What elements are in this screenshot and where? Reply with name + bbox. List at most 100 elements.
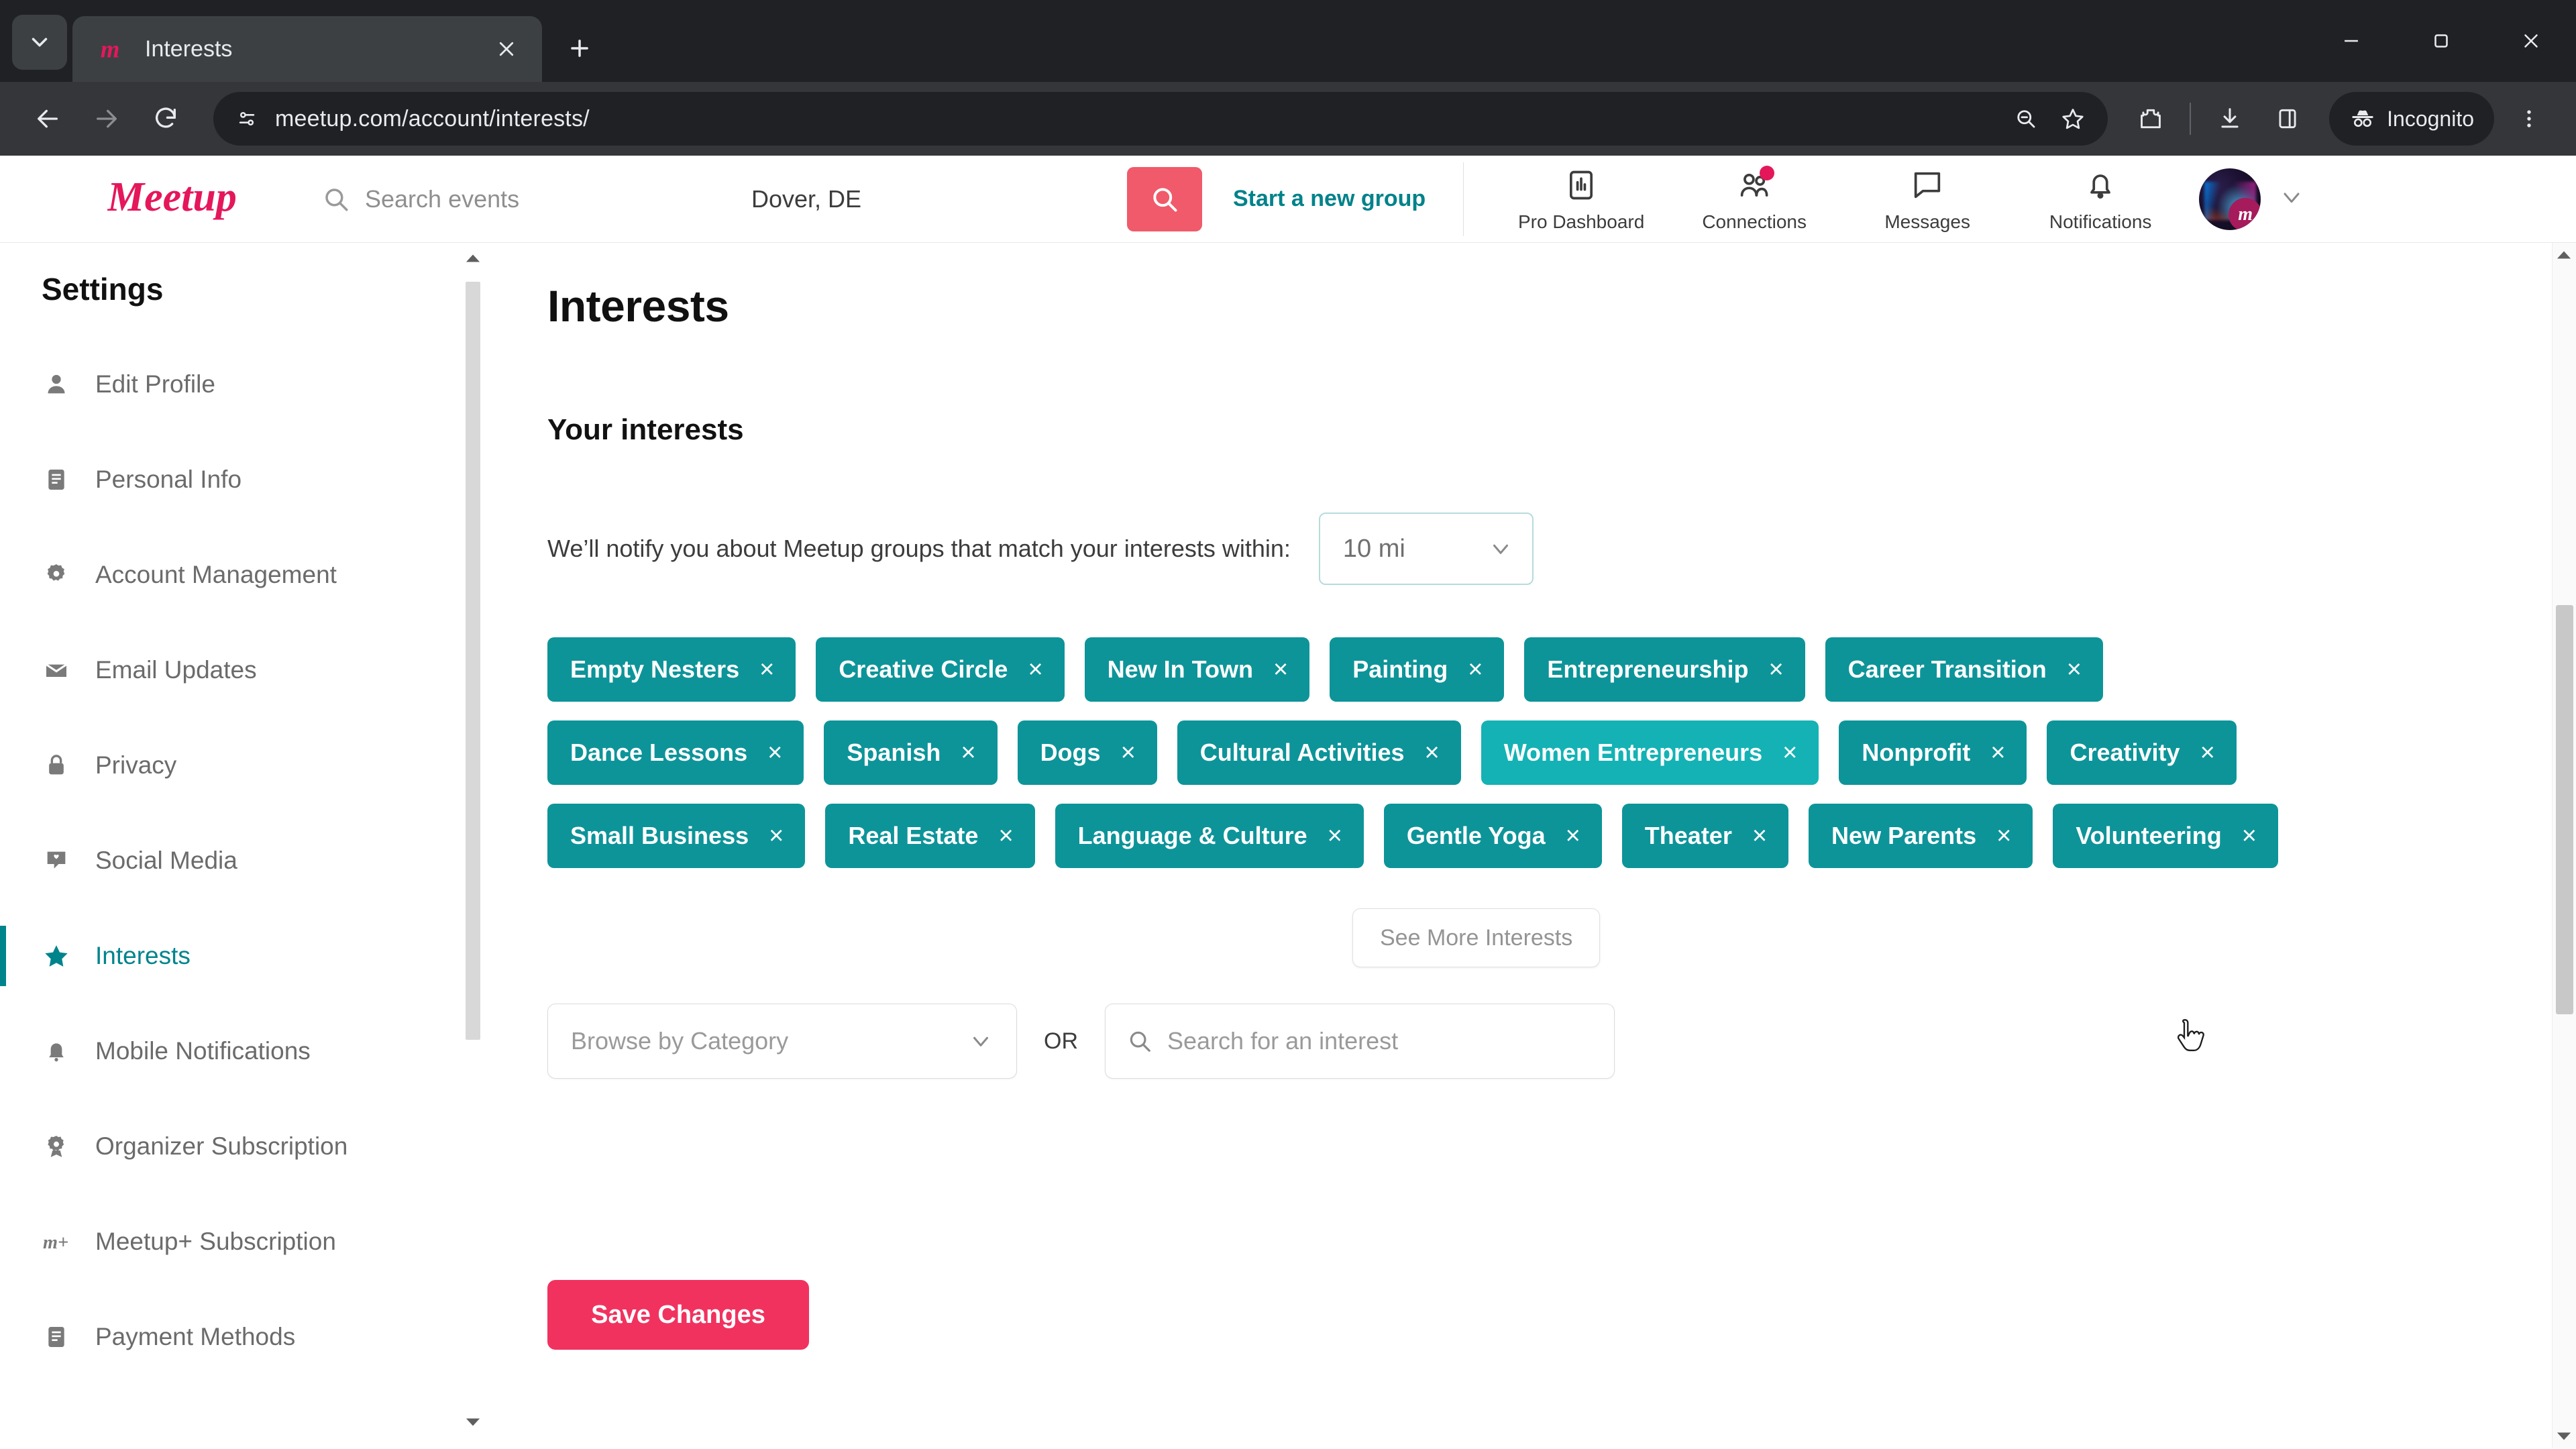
site-settings-icon[interactable] <box>225 97 268 140</box>
remove-interest-icon[interactable]: × <box>1768 657 1783 682</box>
incognito-indicator[interactable]: Incognito <box>2329 92 2494 146</box>
remove-interest-icon[interactable]: × <box>1752 823 1767 849</box>
sidebar-item-edit-profile[interactable]: Edit Profile <box>0 337 496 432</box>
sidebar-item-payment-methods[interactable]: Payment Methods <box>0 1289 496 1385</box>
sidebar-item-mobile-notifications[interactable]: Mobile Notifications <box>0 1004 496 1099</box>
chevron-down-icon[interactable] <box>2278 184 2305 214</box>
meetup-logo[interactable]: Meetup <box>107 169 268 229</box>
browse-by-category-select[interactable]: Browse by Category <box>547 1004 1017 1079</box>
sidebar-item-email-updates[interactable]: Email Updates <box>0 623 496 718</box>
radius-value: 10 mi <box>1342 534 1405 563</box>
save-changes-button[interactable]: Save Changes <box>547 1280 809 1350</box>
side-panel-icon[interactable] <box>2261 92 2314 146</box>
start-a-new-group-link[interactable]: Start a new group <box>1233 186 1426 212</box>
sidebar-item-account-management[interactable]: Account Management <box>0 527 496 623</box>
remove-interest-icon[interactable]: × <box>1996 823 2011 849</box>
interest-chip[interactable]: Painting × <box>1330 637 1505 702</box>
interest-chip[interactable]: Real Estate × <box>825 804 1035 868</box>
interest-chip[interactable]: Dance Lessons × <box>547 720 804 785</box>
sidebar-item-personal-info[interactable]: Personal Info <box>0 432 496 527</box>
interest-chip[interactable]: New In Town × <box>1084 637 1310 702</box>
page-scrollbar[interactable] <box>2552 243 2576 1448</box>
extensions-puzzle-icon[interactable] <box>2124 92 2178 146</box>
address-bar[interactable]: meetup.com/account/interests/ <box>213 92 2108 146</box>
remove-interest-icon[interactable]: × <box>1425 740 1440 765</box>
account-menu[interactable]: m <box>2199 168 2305 230</box>
browser-tab[interactable]: m Interests <box>72 16 542 82</box>
interest-chip[interactable]: Spanish × <box>824 720 998 785</box>
interest-chip[interactable]: Empty Nesters × <box>547 637 796 702</box>
scroll-up-arrow-icon[interactable] <box>464 250 482 267</box>
interest-chip[interactable]: Cultural Activities × <box>1177 720 1461 785</box>
interest-chip[interactable]: Women Entrepreneurs × <box>1481 720 1819 785</box>
remove-interest-icon[interactable]: × <box>1782 740 1797 765</box>
minimize-icon[interactable] <box>2306 0 2396 82</box>
forward-arrow-icon[interactable] <box>79 91 134 146</box>
remove-interest-icon[interactable]: × <box>759 657 774 682</box>
nav-messages[interactable]: Messages <box>1841 166 2014 233</box>
search-events-input[interactable]: Search events <box>322 185 751 213</box>
remove-interest-icon[interactable]: × <box>767 740 782 765</box>
close-icon[interactable] <box>488 31 525 67</box>
remove-interest-icon[interactable]: × <box>1121 740 1136 765</box>
see-more-interests-button[interactable]: See More Interests <box>1352 908 1601 967</box>
nav-pro-dashboard[interactable]: Pro Dashboard <box>1495 166 1668 233</box>
sidebar-item-meetup-plus-subscription[interactable]: m+ Meetup+ Subscription <box>0 1194 496 1289</box>
interest-chip[interactable]: Dogs × <box>1017 720 1157 785</box>
back-arrow-icon[interactable] <box>20 91 75 146</box>
remove-interest-icon[interactable]: × <box>1028 657 1042 682</box>
nav-notifications[interactable]: Notifications <box>2014 166 2187 233</box>
star-bookmark-icon[interactable] <box>2053 99 2093 139</box>
radius-select[interactable]: 10 mi <box>1318 513 1534 585</box>
remove-interest-icon[interactable]: × <box>1273 657 1288 682</box>
search-interest-input[interactable]: Search for an interest <box>1105 1004 1615 1079</box>
page-scroll-thumb[interactable] <box>2556 605 2573 1014</box>
interest-chip-label: Career Transition <box>1847 655 2047 683</box>
sidebar-item-organizer-subscription[interactable]: Organizer Subscription <box>0 1099 496 1194</box>
remove-interest-icon[interactable]: × <box>961 740 975 765</box>
avatar[interactable]: m <box>2199 168 2261 230</box>
interest-chip[interactable]: Gentle Yoga × <box>1383 804 1602 868</box>
page-scroll-down-arrow-icon[interactable] <box>2557 1430 2571 1443</box>
interest-chip[interactable]: Language & Culture × <box>1055 804 1364 868</box>
header-search-button[interactable] <box>1127 166 1202 231</box>
reload-icon[interactable] <box>138 91 193 146</box>
interest-chip[interactable]: Creative Circle × <box>816 637 1065 702</box>
sidebar-item-privacy[interactable]: Privacy <box>0 718 496 813</box>
location-input[interactable]: Dover, DE <box>751 185 1127 213</box>
maximize-restore-icon[interactable] <box>2396 0 2486 82</box>
interest-chip[interactable]: Theater × <box>1621 804 1789 868</box>
remove-interest-icon[interactable]: × <box>1328 823 1342 849</box>
interest-chip[interactable]: Volunteering × <box>2053 804 2278 868</box>
nav-connections[interactable]: Connections <box>1668 165 1841 233</box>
remove-interest-icon[interactable]: × <box>769 823 784 849</box>
new-tab-plus-icon[interactable] <box>554 23 605 74</box>
tab-search-chevron-icon[interactable] <box>12 15 67 70</box>
sidebar-scroll-thumb[interactable] <box>466 282 480 1040</box>
interest-chip[interactable]: Entrepreneurship × <box>1524 637 1805 702</box>
interest-chip[interactable]: New Parents × <box>1809 804 2033 868</box>
id-card-icon <box>42 466 71 493</box>
download-icon[interactable] <box>2203 92 2257 146</box>
remove-interest-icon[interactable]: × <box>1566 823 1580 849</box>
remove-interest-icon[interactable]: × <box>1468 657 1483 682</box>
interest-chip[interactable]: Small Business × <box>547 804 806 868</box>
remove-interest-icon[interactable]: × <box>998 823 1013 849</box>
interest-chip[interactable]: Creativity × <box>2047 720 2237 785</box>
interest-chip-label: New Parents <box>1831 822 1977 849</box>
scroll-down-arrow-icon[interactable] <box>464 1413 482 1431</box>
window-close-icon[interactable] <box>2486 0 2576 82</box>
interest-chip[interactable]: Nonprofit × <box>1839 720 2027 785</box>
zoom-out-icon[interactable] <box>2006 99 2046 139</box>
remove-interest-icon[interactable]: × <box>1990 740 2005 765</box>
page-scroll-up-arrow-icon[interactable] <box>2557 248 2571 262</box>
remove-interest-icon[interactable]: × <box>2242 823 2257 849</box>
remove-interest-icon[interactable]: × <box>2200 740 2215 765</box>
sidebar-item-interests[interactable]: Interests <box>0 908 496 1004</box>
sidebar-item-social-media[interactable]: Social Media <box>0 813 496 908</box>
remove-interest-icon[interactable]: × <box>2067 657 2082 682</box>
sidebar-scrollbar[interactable] <box>464 243 482 1448</box>
or-label: OR <box>1044 1028 1078 1054</box>
three-dot-menu-icon[interactable] <box>2502 92 2556 146</box>
interest-chip[interactable]: Career Transition × <box>1825 637 2103 702</box>
